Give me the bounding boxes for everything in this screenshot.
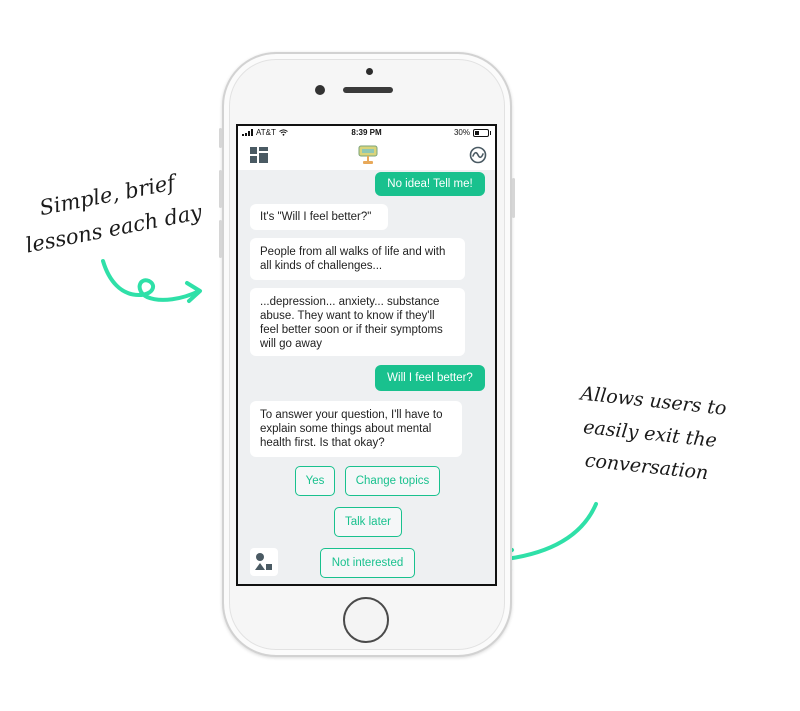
volume-up-button — [219, 170, 222, 208]
phone-screen: AT&T 8:39 PM 30% No idea! Tell me! It's … — [236, 124, 497, 586]
quick-reply-change-topics[interactable]: Change topics — [345, 466, 440, 496]
mood-wave-icon[interactable] — [469, 146, 487, 164]
battery-percent: 30% — [453, 128, 470, 137]
shapes-menu-button[interactable] — [250, 548, 278, 576]
chat-message-user: No idea! Tell me! — [375, 172, 485, 196]
annotation-lessons: Simple, brief lessons each day — [3, 159, 217, 265]
woebot-logo-icon — [358, 145, 378, 164]
shapes-icon — [255, 553, 272, 570]
quick-reply-yes[interactable]: Yes — [295, 466, 335, 496]
status-bar: AT&T 8:39 PM 30% — [238, 126, 495, 140]
battery-icon — [473, 128, 491, 137]
chat-message-bot: ...depression... anxiety... substance ab… — [250, 288, 465, 356]
mute-switch — [219, 128, 222, 148]
dashboard-icon[interactable] — [250, 147, 268, 163]
app-navbar — [238, 140, 495, 170]
quick-reply-talk-later[interactable]: Talk later — [334, 507, 402, 537]
quick-reply-not-interested[interactable]: Not interested — [320, 548, 415, 578]
front-camera — [315, 85, 325, 95]
battery-group: 30% — [453, 128, 491, 137]
chat-message-bot: To answer your question, I'll have to ex… — [250, 401, 462, 457]
volume-down-button — [219, 220, 222, 258]
camera-dot — [366, 68, 373, 75]
annotation-exit: Allows users to easily exit the conversa… — [540, 374, 759, 494]
chat-message-bot: People from all walks of life and with a… — [250, 238, 465, 280]
earpiece-speaker — [343, 87, 393, 93]
home-button[interactable] — [343, 597, 389, 643]
power-button — [512, 178, 515, 218]
chat-message-bot: It's "Will I feel better?" — [250, 204, 388, 230]
curly-arrow-left-icon — [101, 259, 202, 303]
chat-message-user: Will I feel better? — [375, 365, 485, 391]
